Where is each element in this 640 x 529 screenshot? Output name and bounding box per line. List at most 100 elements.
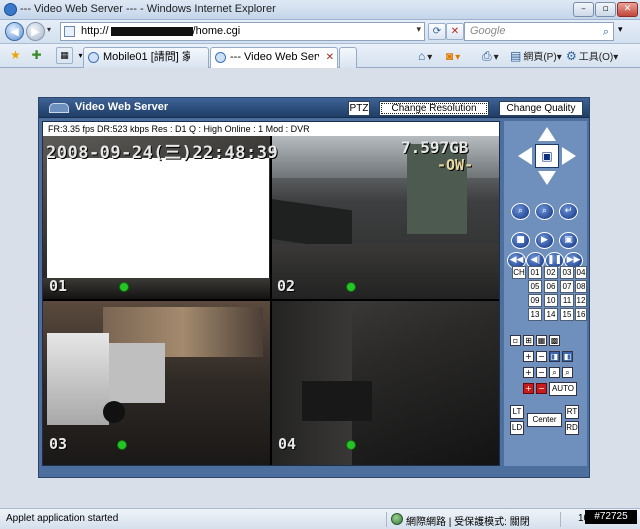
forward-button[interactable]: ▶ bbox=[26, 22, 45, 41]
layout-1-icon[interactable]: ▫ bbox=[510, 335, 521, 346]
tab-close-icon[interactable]: ✕ bbox=[326, 48, 334, 67]
nav-dropdown-icon[interactable]: ▾ bbox=[47, 25, 51, 34]
layout-16-icon[interactable]: ▩ bbox=[549, 335, 560, 346]
focus-icon[interactable]: ◨ bbox=[549, 351, 560, 362]
server-logo-icon bbox=[49, 103, 69, 113]
channel-button[interactable]: 07 bbox=[560, 280, 574, 293]
channel-button[interactable]: 15 bbox=[560, 308, 574, 321]
iris-close-icon[interactable]: ⌕ bbox=[562, 367, 573, 378]
lt-button[interactable]: LT bbox=[510, 405, 524, 419]
search-icon[interactable]: ⌕ bbox=[603, 25, 609, 39]
channel-button[interactable]: 06 bbox=[544, 280, 558, 293]
rss-icon: ◙ bbox=[446, 49, 454, 63]
tab-mobile01[interactable]: Mobile01 [請問] 家中要安... bbox=[83, 47, 209, 68]
center-button[interactable]: Center bbox=[527, 413, 562, 427]
focus-near-icon[interactable]: + bbox=[523, 367, 534, 378]
arrow-up-icon[interactable] bbox=[538, 127, 556, 141]
chevron-down-icon[interactable]: ▾ bbox=[416, 25, 421, 35]
camera-label-04: 04 bbox=[278, 435, 297, 453]
channel-button[interactable]: 05 bbox=[528, 280, 542, 293]
channel-button[interactable]: 03 bbox=[560, 266, 574, 279]
channel-button[interactable]: 13 bbox=[528, 308, 542, 321]
truck-shape bbox=[47, 333, 109, 425]
tab-label: --- Video Web Server ... bbox=[230, 51, 319, 63]
focus-far-icon[interactable]: − bbox=[536, 367, 547, 378]
search-placeholder: Google bbox=[470, 25, 506, 37]
privacy-mask bbox=[47, 158, 269, 278]
back-button[interactable]: ◀ bbox=[5, 22, 24, 41]
quick-tabs-icon[interactable]: ▦ bbox=[56, 47, 73, 64]
printer-icon: ⎙ bbox=[482, 49, 492, 63]
play-icon[interactable]: ▶ bbox=[535, 232, 554, 249]
channel-button[interactable]: 08 bbox=[575, 280, 587, 293]
camera-view-04[interactable]: 04 bbox=[272, 301, 499, 465]
rt-button[interactable]: RT bbox=[565, 405, 579, 419]
watermark: #72725 bbox=[585, 510, 637, 524]
redacted-block bbox=[110, 26, 193, 36]
address-bar: ◀ ▶ ▾ http:// /home.cgi ▾ ⟳ ✕ Google ⌕ ▾ bbox=[0, 20, 640, 44]
channel-button[interactable]: 14 bbox=[544, 308, 558, 321]
status-bar: Applet application started 網際網路 | 受保護模式:… bbox=[0, 508, 640, 529]
maximize-button[interactable]: ▫ bbox=[595, 2, 616, 17]
channel-button[interactable]: 02 bbox=[544, 266, 558, 279]
snapshot-icon[interactable]: ▣ bbox=[535, 144, 559, 168]
record-icon[interactable]: ▣ bbox=[559, 232, 578, 249]
security-zone[interactable]: 網際網路 | 受保護模式: 關閉 bbox=[406, 513, 530, 528]
minimize-button[interactable]: – bbox=[573, 2, 594, 17]
zoom-in-icon[interactable]: + bbox=[523, 351, 534, 362]
iris-open-icon[interactable]: ⌕ bbox=[549, 367, 560, 378]
change-resolution-button[interactable]: Change Resolution bbox=[379, 101, 489, 116]
layout-4-icon[interactable]: ⊞ bbox=[523, 335, 534, 346]
camera-label-02: 02 bbox=[277, 277, 296, 295]
url-prefix: http:// bbox=[81, 25, 109, 37]
return-icon[interactable]: ↵ bbox=[559, 203, 578, 220]
search-options-icon[interactable]: ▾ bbox=[618, 25, 623, 35]
channel-button[interactable]: 12 bbox=[575, 294, 587, 307]
page-menu-label: 網頁(P) bbox=[523, 52, 557, 63]
preset-remove-icon[interactable]: − bbox=[536, 383, 547, 394]
close-button[interactable]: ✕ bbox=[617, 2, 638, 17]
change-quality-button[interactable]: Change Quality bbox=[499, 101, 583, 116]
add-favorite-icon[interactable]: ✚ bbox=[28, 47, 45, 64]
print-button[interactable]: ⎙ ▾ bbox=[482, 48, 499, 65]
channel-button[interactable]: 11 bbox=[560, 294, 574, 307]
refresh-icon[interactable]: ⟳ bbox=[428, 23, 446, 40]
video-view[interactable]: FR:3.35 fps DR:523 kbps Res : D1 Q : Hig… bbox=[42, 121, 500, 466]
arrow-left-icon[interactable] bbox=[518, 147, 532, 165]
arrow-down-icon[interactable] bbox=[538, 171, 556, 185]
stop-icon[interactable]: ■ bbox=[511, 232, 530, 249]
favorites-star-icon[interactable]: ★ bbox=[7, 47, 24, 64]
ie-icon bbox=[4, 3, 17, 16]
tools-menu[interactable]: ⚙ 工具(O)▾ bbox=[566, 48, 618, 65]
tab-label: Mobile01 [請問] 家中要安... bbox=[103, 51, 190, 63]
tools-menu-label: 工具(O) bbox=[578, 52, 614, 63]
home-button[interactable]: ⌂ ▾ bbox=[418, 48, 432, 65]
stop-icon[interactable]: ✕ bbox=[446, 23, 464, 40]
channel-button[interactable]: 16 bbox=[575, 308, 587, 321]
zoom-out-icon[interactable]: − bbox=[536, 351, 547, 362]
url-input[interactable]: http:// /home.cgi ▾ bbox=[60, 22, 425, 41]
ld-button[interactable]: LD bbox=[510, 421, 524, 435]
playback-search-icon[interactable]: ⌕ bbox=[535, 203, 554, 220]
tab-video-web-server[interactable]: --- Video Web Server ... ✕ bbox=[210, 47, 338, 68]
channel-button[interactable]: 04 bbox=[575, 266, 587, 279]
new-tab-button[interactable] bbox=[339, 47, 357, 68]
arrow-right-icon[interactable] bbox=[562, 147, 576, 165]
channel-button[interactable]: 01 bbox=[528, 266, 542, 279]
channel-all-button[interactable]: CH bbox=[512, 266, 526, 279]
ptz-button[interactable]: PTZ bbox=[348, 101, 370, 116]
search-icon[interactable]: ⌕ bbox=[511, 203, 530, 220]
app-title: Video Web Server bbox=[75, 101, 169, 113]
preset-add-icon[interactable]: + bbox=[523, 383, 534, 394]
search-input[interactable]: Google ⌕ bbox=[464, 22, 614, 41]
rd-button[interactable]: RD bbox=[565, 421, 579, 435]
feeds-button[interactable]: ◙ ▾ bbox=[446, 48, 460, 65]
channel-button[interactable]: 10 bbox=[544, 294, 558, 307]
iris-icon[interactable]: ◧ bbox=[562, 351, 573, 362]
camera-view-03[interactable]: 03 bbox=[43, 301, 270, 465]
camera-label-03: 03 bbox=[49, 435, 68, 453]
channel-button[interactable]: 09 bbox=[528, 294, 542, 307]
auto-button[interactable]: AUTO bbox=[549, 382, 577, 396]
layout-9-icon[interactable]: ▦ bbox=[536, 335, 547, 346]
page-menu[interactable]: ▤ 網頁(P)▾ bbox=[510, 48, 562, 65]
